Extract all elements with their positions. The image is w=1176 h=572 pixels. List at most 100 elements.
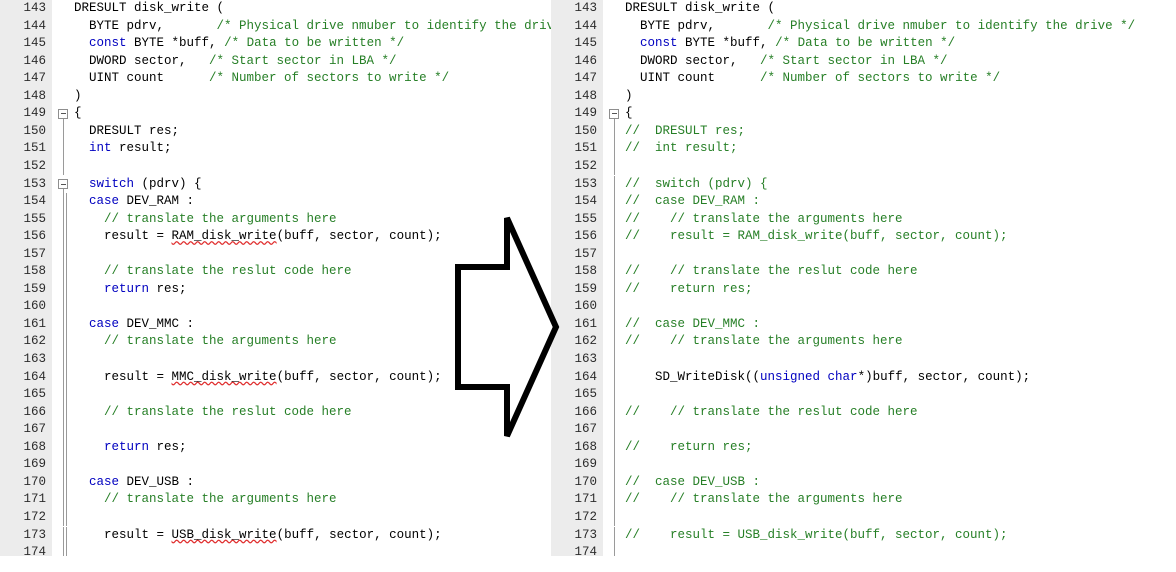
code-text[interactable]: // // translate the arguments here [625,211,903,229]
code-text[interactable]: case DEV_RAM : [74,193,194,211]
fold-marker-column[interactable] [603,35,625,53]
code-line[interactable]: 151 int result; [0,140,551,158]
code-text[interactable]: // translate the arguments here [74,333,337,351]
fold-marker-column[interactable] [603,491,625,509]
code-text[interactable]: // // translate the reslut code here [625,404,918,422]
fold-marker-column[interactable] [603,386,625,404]
code-text[interactable]: { [625,105,633,123]
code-line[interactable]: 161// case DEV_MMC : [551,315,1176,334]
fold-marker-column[interactable] [603,456,625,474]
fold-marker-column[interactable] [52,526,74,545]
code-text[interactable]: UINT count /* Number of sectors to write… [74,70,449,88]
code-text[interactable]: BYTE pdrv, /* Physical drive nmuber to i… [74,18,551,36]
code-rows-right[interactable]: 143 DRESULT disk_write (144 BYTE pdrv, /*… [551,0,1176,556]
code-line[interactable]: 155// // translate the arguments here [551,210,1176,229]
code-line[interactable]: 173 // result = USB_disk_write(buff, sect… [551,526,1176,545]
code-line[interactable]: 163 [551,351,1176,369]
fold-marker-column[interactable] [603,333,625,351]
code-line[interactable]: 171 // // translate the arguments here [551,491,1176,509]
code-line[interactable]: 153 // switch (pdrv) { [551,175,1176,194]
code-line[interactable]: 169 [551,456,1176,474]
code-line[interactable]: 168 return res; [0,438,551,457]
code-line[interactable]: 146 DWORD sector, /* Start sector in LBA… [0,52,551,71]
fold-marker-column[interactable] [603,105,625,123]
code-text[interactable]: DRESULT res; [74,123,179,141]
fold-marker-column[interactable] [603,210,625,229]
fold-marker-column[interactable] [603,351,625,369]
fold-marker-column[interactable] [603,403,625,422]
code-line[interactable]: 168 // return res; [551,438,1176,457]
code-line[interactable]: 149 { [551,105,1176,123]
fold-marker-column[interactable] [603,122,625,141]
fold-marker-column[interactable] [603,88,625,106]
code-text[interactable]: switch (pdrv) { [74,176,202,194]
fold-marker-column[interactable] [52,491,74,509]
after-code-pane[interactable]: 143 DRESULT disk_write (144 BYTE pdrv, /*… [551,0,1176,556]
code-text[interactable]: DRESULT disk_write ( [625,0,775,18]
code-line[interactable]: 164 SD_WriteDisk((unsigned char*)buff, s… [551,368,1176,387]
code-line[interactable]: 173 result = USB_disk_write(buff, sector… [0,526,551,545]
fold-marker-column[interactable] [52,386,74,404]
code-text[interactable]: ) [74,88,82,106]
code-line[interactable]: 171 // translate the arguments here [0,491,551,509]
fold-marker-column[interactable] [603,368,625,387]
code-line[interactable]: 154 // case DEV_RAM : [551,193,1176,211]
code-text[interactable]: const BYTE *buff, /* Data to be written … [74,35,404,53]
fold-marker-column[interactable] [603,228,625,246]
code-line[interactable]: 170 // case DEV_USB : [551,473,1176,492]
code-text[interactable]: // translate the arguments here [74,211,337,229]
fold-marker-column[interactable] [603,175,625,194]
code-text[interactable]: ) [625,88,633,106]
fold-marker-column[interactable] [52,53,74,71]
code-line[interactable]: 145 const BYTE *buff, /* Data to be writ… [0,35,551,53]
fold-marker-column[interactable] [52,228,74,246]
fold-marker-column[interactable] [52,140,74,158]
code-line[interactable]: 144 BYTE pdrv, /* Physical drive nmuber … [551,17,1176,36]
code-text[interactable]: // // translate the arguments here [625,333,903,351]
fold-collapse-icon[interactable] [609,108,619,119]
code-line[interactable]: 150 DRESULT res; [0,122,551,141]
fold-marker-column[interactable] [603,245,625,264]
code-text[interactable]: // case DEV_MMC : [625,316,760,334]
code-text[interactable]: case DEV_MMC : [74,316,194,334]
code-text[interactable]: UINT count /* Number of sectors to write… [625,70,1000,88]
code-text[interactable]: // result = RAM_disk_write(buff, sector,… [625,228,1008,246]
code-line[interactable]: 174 [551,544,1176,556]
code-text[interactable]: BYTE pdrv, /* Physical drive nmuber to i… [625,18,1135,36]
code-text[interactable]: DRESULT disk_write ( [74,0,224,18]
fold-collapse-icon[interactable] [58,108,68,119]
fold-marker-column[interactable] [52,351,74,369]
code-text[interactable]: result = MMC_disk_write(buff, sector, co… [74,369,442,387]
code-text[interactable]: result = RAM_disk_write(buff, sector, co… [74,228,442,246]
code-line[interactable]: 157 [551,245,1176,264]
fold-marker-column[interactable] [52,368,74,387]
fold-marker-column[interactable] [603,0,625,18]
code-line[interactable]: 148) [551,87,1176,106]
code-text[interactable]: int result; [74,140,172,158]
code-line[interactable]: 167 [551,421,1176,439]
fold-marker-column[interactable] [603,473,625,492]
code-line[interactable]: 159// return res; [551,280,1176,299]
fold-marker-column[interactable] [52,263,74,281]
fold-marker-column[interactable] [603,315,625,334]
code-text[interactable]: SD_WriteDisk((unsigned char*)buff, secto… [625,369,1030,387]
fold-marker-column[interactable] [52,333,74,351]
code-text[interactable]: { [74,105,82,123]
code-text[interactable]: // return res; [625,281,753,299]
code-text[interactable]: DWORD sector, /* Start sector in LBA */ [625,53,948,71]
fold-marker-column[interactable] [52,18,74,36]
code-text[interactable]: return res; [74,281,187,299]
code-text[interactable]: // case DEV_USB : [625,474,760,492]
code-text[interactable]: // translate the reslut code here [74,404,352,422]
fold-collapse-icon[interactable] [58,179,68,189]
fold-marker-column[interactable] [52,176,74,194]
code-line[interactable]: 151 // int result; [551,140,1176,158]
code-line[interactable]: 166// // translate the reslut code here [551,403,1176,422]
code-text[interactable]: // int result; [625,140,738,158]
fold-marker-column[interactable] [52,544,74,556]
code-text[interactable]: // switch (pdrv) { [625,176,768,194]
code-line[interactable]: 172 [0,508,551,527]
code-text[interactable]: // // translate the arguments here [625,491,903,509]
fold-marker-column[interactable] [52,508,74,527]
fold-marker-column[interactable] [603,18,625,36]
